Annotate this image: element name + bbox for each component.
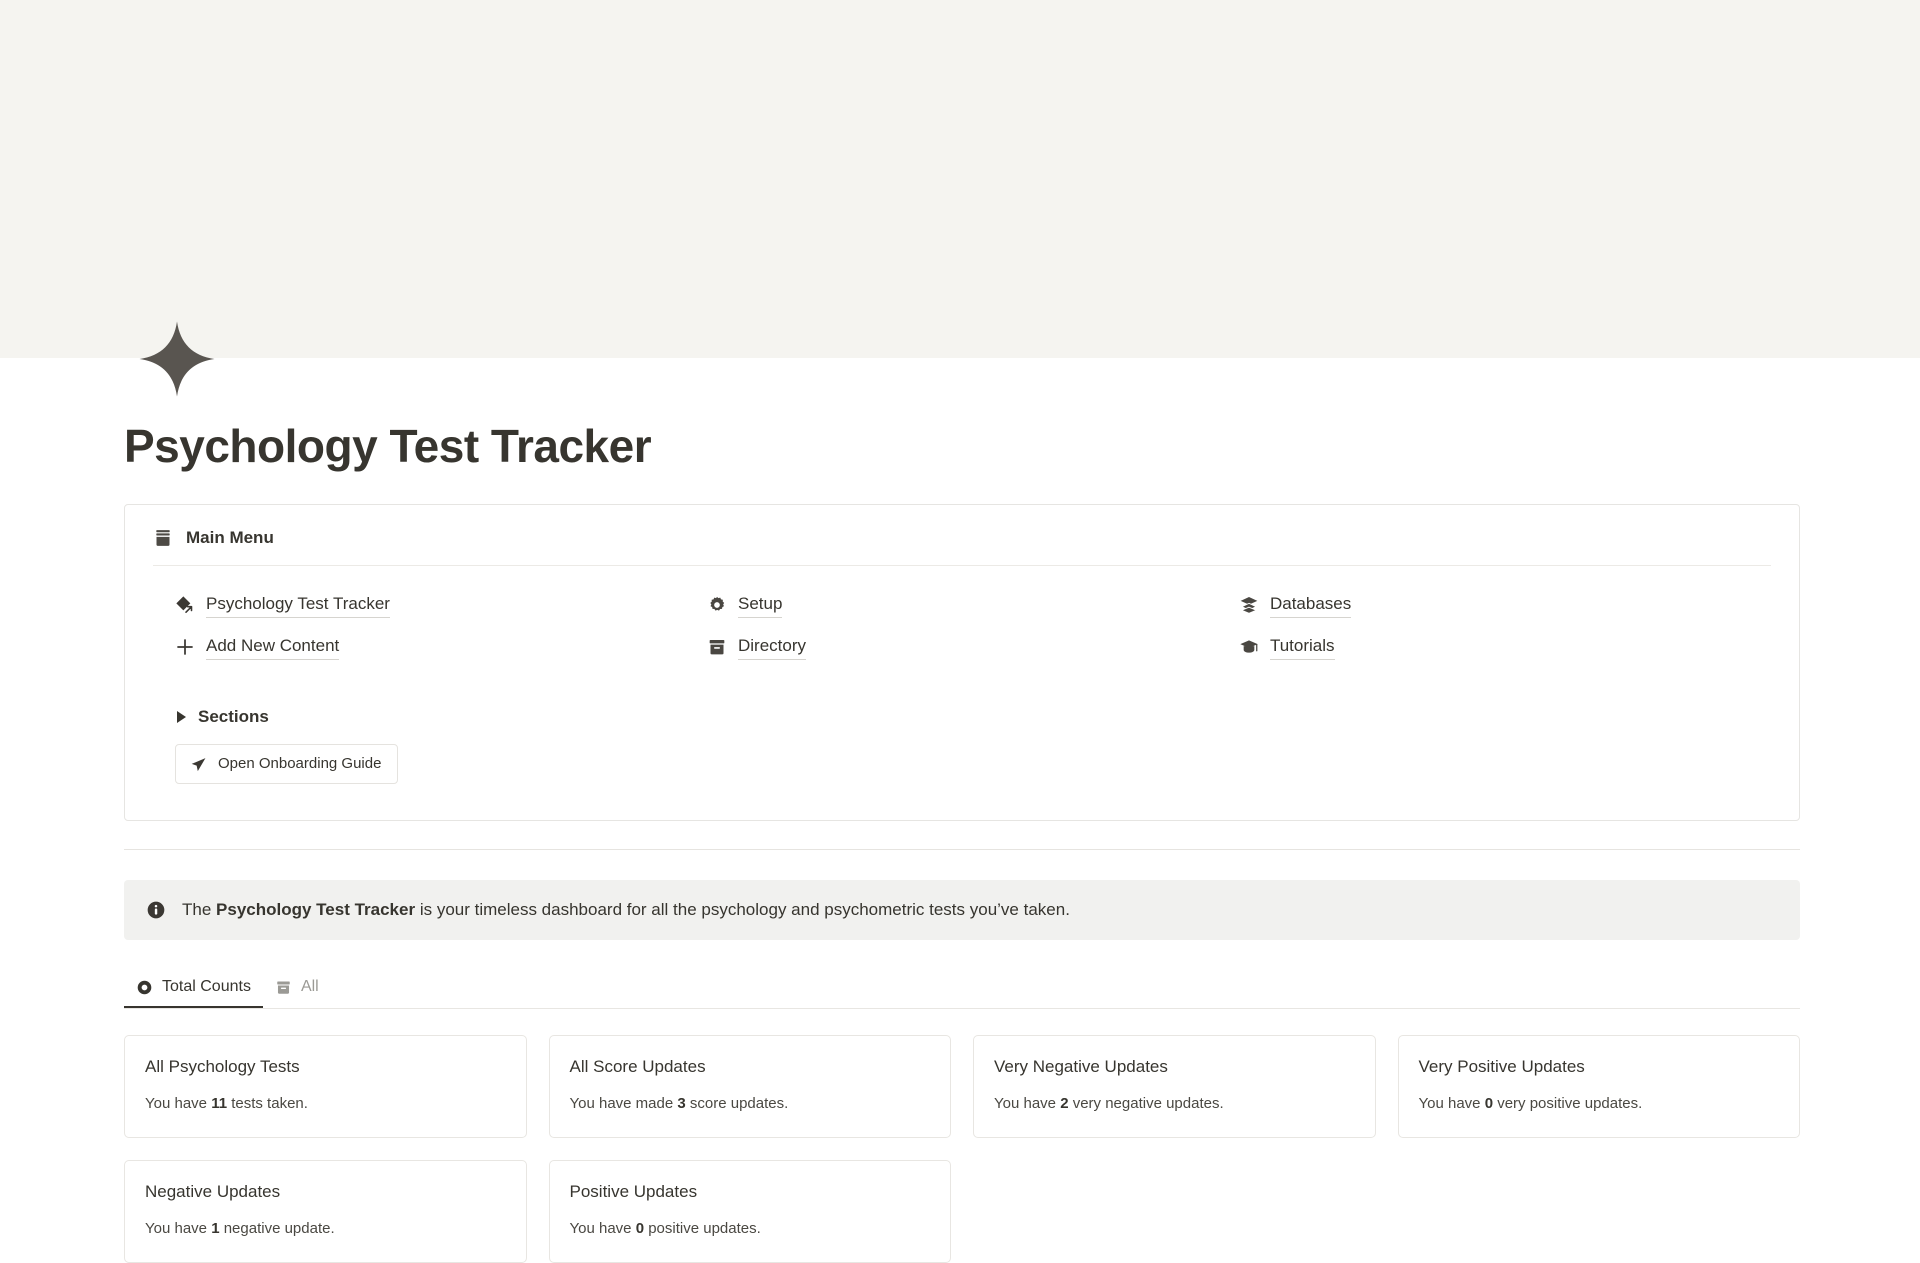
stat-desc-prefix: You have bbox=[145, 1220, 212, 1237]
stat-desc-suffix: score updates. bbox=[685, 1095, 789, 1112]
stat-card[interactable]: Positive Updates You have 0 positive upd… bbox=[548, 1160, 951, 1263]
stat-card[interactable]: Negative Updates You have 1 negative upd… bbox=[124, 1160, 527, 1263]
sections-toggle[interactable]: Sections bbox=[153, 706, 269, 728]
callout-bold: Psychology Test Tracker bbox=[216, 900, 416, 919]
stat-cards-grid: All Psychology Tests You have 11 tests t… bbox=[124, 1035, 1800, 1263]
main-menu-column-1: Psychology Test Tracker Add New Content bbox=[175, 592, 707, 676]
stat-card[interactable]: Very Negative Updates You have 2 very ne… bbox=[973, 1035, 1376, 1138]
sparkle-link-icon bbox=[175, 595, 195, 615]
plus-icon bbox=[175, 637, 195, 657]
info-callout: The Psychology Test Tracker is your time… bbox=[124, 880, 1800, 940]
main-menu-header: Main Menu bbox=[153, 527, 1771, 566]
stat-card-title: All Score Updates bbox=[569, 1057, 706, 1076]
sparkle-diamond-icon bbox=[138, 320, 216, 398]
layers-icon bbox=[1239, 595, 1259, 615]
callout-prefix: The bbox=[182, 900, 217, 919]
main-menu-columns: Psychology Test Tracker Add New Content bbox=[153, 592, 1771, 676]
stat-desc-prefix: You have bbox=[145, 1095, 212, 1112]
stat-card-title: Very Positive Updates bbox=[1418, 1057, 1585, 1076]
archive-box-icon bbox=[275, 979, 292, 996]
stat-card[interactable]: Very Positive Updates You have 0 very po… bbox=[1397, 1035, 1800, 1138]
link-directory[interactable]: Directory bbox=[707, 634, 806, 660]
stat-card-title: Positive Updates bbox=[569, 1182, 698, 1201]
info-icon bbox=[146, 900, 166, 920]
gear-icon bbox=[707, 595, 727, 615]
link-databases[interactable]: Databases bbox=[1239, 592, 1352, 618]
main-menu-column-2: Setup Directory bbox=[707, 592, 1239, 676]
link-label: Directory bbox=[737, 634, 806, 660]
stat-desc-suffix: negative update. bbox=[219, 1220, 335, 1237]
stat-desc-prefix: You have bbox=[1418, 1095, 1485, 1112]
stat-value: 0 bbox=[635, 1220, 645, 1237]
callout-suffix: is your timeless dashboard for all the p… bbox=[415, 900, 1070, 919]
page-title: Psychology Test Tracker bbox=[124, 420, 652, 472]
link-add-new-content[interactable]: Add New Content bbox=[175, 634, 340, 660]
link-label: Setup bbox=[737, 592, 783, 618]
link-label: Psychology Test Tracker bbox=[206, 592, 390, 618]
paper-plane-icon bbox=[190, 756, 207, 773]
stat-desc-prefix: You have bbox=[994, 1095, 1061, 1112]
link-psychology-test-tracker[interactable]: Psychology Test Tracker bbox=[175, 592, 390, 618]
stat-desc-suffix: very positive updates. bbox=[1493, 1095, 1643, 1112]
link-tutorials[interactable]: Tutorials bbox=[1239, 634, 1335, 660]
stat-value: 0 bbox=[1484, 1095, 1494, 1112]
section-divider bbox=[124, 849, 1800, 850]
stat-card-title: Negative Updates bbox=[145, 1182, 281, 1201]
view-tabs: Total Counts All bbox=[124, 968, 1800, 1009]
stat-desc-suffix: very negative updates. bbox=[1068, 1095, 1224, 1112]
stat-value: 1 bbox=[211, 1220, 220, 1237]
triangle-right-icon bbox=[177, 711, 186, 723]
stat-desc-prefix: You have bbox=[569, 1220, 636, 1237]
record-circle-icon bbox=[136, 979, 153, 996]
archive-box-icon bbox=[707, 637, 727, 657]
callout-text: The Psychology Test Tracker is your time… bbox=[182, 897, 1070, 923]
link-label: Tutorials bbox=[1269, 634, 1335, 660]
stat-value: 3 bbox=[677, 1095, 686, 1112]
open-onboarding-guide-button[interactable]: Open Onboarding Guide bbox=[175, 744, 399, 784]
tab-all[interactable]: All bbox=[263, 968, 331, 1008]
stat-value: 2 bbox=[1060, 1095, 1069, 1112]
stat-card[interactable]: All Psychology Tests You have 11 tests t… bbox=[124, 1035, 527, 1138]
stat-card-description: You have 11 tests taken. bbox=[145, 1093, 506, 1115]
archive-box-icon bbox=[153, 528, 173, 548]
tab-total-counts[interactable]: Total Counts bbox=[124, 968, 263, 1008]
stat-value: 11 bbox=[211, 1095, 228, 1112]
stat-card-description: You have 0 very positive updates. bbox=[1419, 1093, 1780, 1115]
stat-card-title: Very Negative Updates bbox=[994, 1057, 1168, 1076]
main-menu-title: Main Menu bbox=[186, 528, 274, 547]
stat-desc-prefix: You have made bbox=[569, 1095, 678, 1112]
open-onboarding-guide-label: Open Onboarding Guide bbox=[218, 755, 382, 772]
tab-label: Total Counts bbox=[162, 978, 251, 995]
sections-label: Sections bbox=[198, 707, 269, 726]
link-setup[interactable]: Setup bbox=[707, 592, 783, 618]
page-content: Psychology Test Tracker Main Menu Psycho… bbox=[124, 418, 1800, 1263]
stat-card-description: You have 2 very negative updates. bbox=[994, 1093, 1355, 1115]
link-label: Databases bbox=[1269, 592, 1352, 618]
stat-card-description: You have made 3 score updates. bbox=[570, 1093, 931, 1115]
link-label: Add New Content bbox=[206, 634, 340, 660]
main-menu-card: Main Menu Psychology Test Tracker Add Ne… bbox=[124, 504, 1800, 821]
graduation-cap-icon bbox=[1239, 637, 1259, 657]
main-menu-column-3: Databases Tutorials bbox=[1239, 592, 1771, 676]
stat-card[interactable]: All Score Updates You have made 3 score … bbox=[548, 1035, 951, 1138]
stat-card-description: You have 0 positive updates. bbox=[570, 1218, 931, 1240]
tab-label: All bbox=[300, 978, 319, 995]
stat-desc-suffix: tests taken. bbox=[227, 1095, 308, 1112]
page-cover bbox=[0, 0, 1920, 358]
stat-card-title: All Psychology Tests bbox=[145, 1057, 300, 1076]
stat-desc-suffix: positive updates. bbox=[644, 1220, 761, 1237]
stat-card-description: You have 1 negative update. bbox=[145, 1218, 506, 1240]
